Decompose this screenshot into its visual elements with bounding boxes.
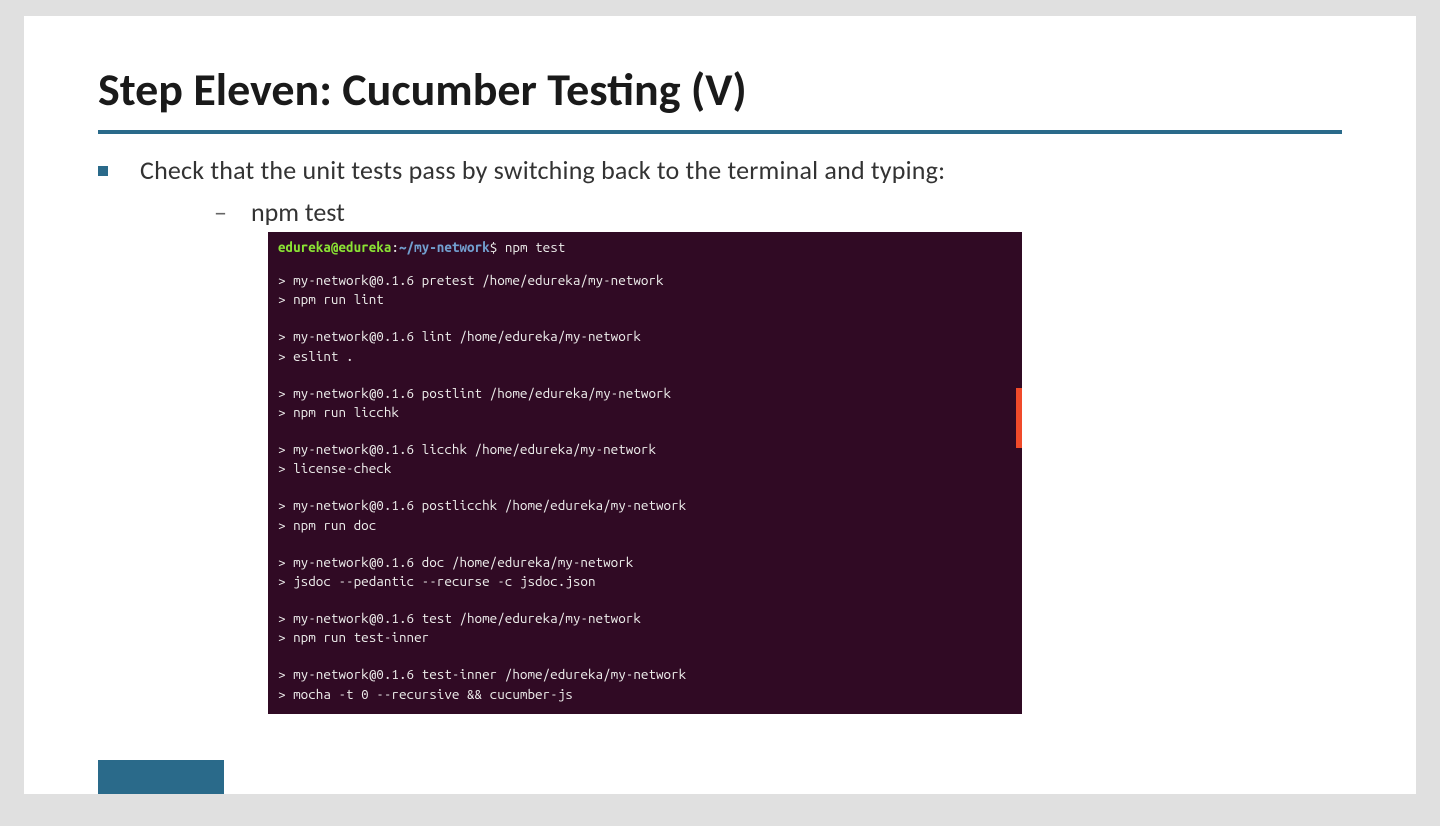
terminal-line: > my-network@0.1.6 pretest /home/edureka… — [278, 271, 1012, 290]
terminal-line: > my-network@0.1.6 test-inner /home/edur… — [278, 665, 1012, 684]
terminal-line: > my-network@0.1.6 postlint /home/edurek… — [278, 384, 1012, 403]
terminal-user: edureka@edureka — [278, 239, 391, 255]
terminal-prompt-line: edureka@edureka:~/my-network$ npm test — [278, 238, 1012, 257]
terminal-spacer — [278, 257, 1012, 271]
terminal-block: > my-network@0.1.6 test-inner /home/edur… — [278, 665, 1012, 703]
dash-icon: – — [214, 196, 227, 228]
terminal-colon: : — [391, 239, 399, 255]
terminal-line: > my-network@0.1.6 licchk /home/edureka/… — [278, 440, 1012, 459]
slide-title: Step Eleven: Cucumber Testing (V) — [24, 16, 1416, 126]
bullet-square-icon — [98, 166, 108, 176]
terminal-line: > my-network@0.1.6 lint /home/edureka/my… — [278, 327, 1012, 346]
terminal-block: > my-network@0.1.6 test /home/edureka/my… — [278, 609, 1012, 647]
terminal-path: ~/my-network — [399, 239, 490, 255]
terminal-screenshot: edureka@edureka:~/my-network$ npm test >… — [268, 232, 1022, 714]
terminal-line: > npm run doc — [278, 516, 1012, 535]
terminal-line: > my-network@0.1.6 postlicchk /home/edur… — [278, 496, 1012, 515]
terminal-line: > my-network@0.1.6 test /home/edureka/my… — [278, 609, 1012, 628]
terminal-line: > eslint . — [278, 347, 1012, 366]
terminal-line: > npm run test-inner — [278, 628, 1012, 647]
terminal-line: > npm run licchk — [278, 403, 1012, 422]
terminal-block: > my-network@0.1.6 lint /home/edureka/my… — [278, 327, 1012, 365]
terminal-dollar: $ — [490, 239, 505, 255]
sub-bullet-text: npm test — [251, 196, 345, 228]
title-underline — [98, 130, 1342, 134]
bullet-text: Check that the unit tests pass by switch… — [140, 154, 945, 186]
terminal-block: > my-network@0.1.6 postlint /home/edurek… — [278, 384, 1012, 422]
terminal-block: > my-network@0.1.6 licchk /home/edureka/… — [278, 440, 1012, 478]
terminal-line: > license-check — [278, 459, 1012, 478]
terminal-command: npm test — [505, 239, 565, 255]
sub-bullet-row: – npm test — [24, 196, 1416, 228]
terminal-line: > npm run lint — [278, 290, 1012, 309]
terminal-output: > my-network@0.1.6 pretest /home/edureka… — [278, 271, 1012, 704]
bullet-row: Check that the unit tests pass by switch… — [24, 154, 1416, 186]
terminal-block: > my-network@0.1.6 postlicchk /home/edur… — [278, 496, 1012, 534]
terminal-line: > jsdoc --pedantic --recurse -c jsdoc.js… — [278, 572, 1012, 591]
terminal-line: > mocha -t 0 --recursive && cucumber-js — [278, 685, 1012, 704]
terminal-line: > my-network@0.1.6 doc /home/edureka/my-… — [278, 553, 1012, 572]
terminal-block: > my-network@0.1.6 doc /home/edureka/my-… — [278, 553, 1012, 591]
footer-accent-bar — [98, 760, 224, 794]
slide: Step Eleven: Cucumber Testing (V) Check … — [24, 16, 1416, 794]
terminal-block: > my-network@0.1.6 pretest /home/edureka… — [278, 271, 1012, 309]
scrollbar-accent — [1016, 388, 1022, 448]
